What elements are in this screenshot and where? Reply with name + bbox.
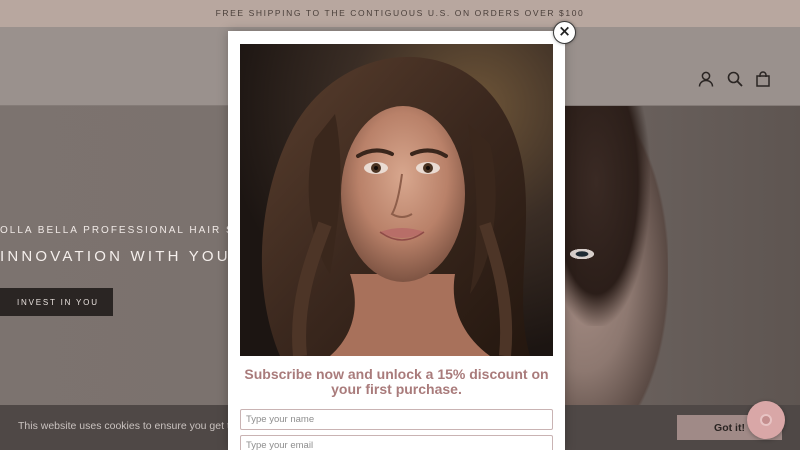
email-input[interactable] — [240, 435, 553, 450]
chat-icon — [760, 414, 772, 426]
modal-portrait-image — [240, 44, 553, 356]
cookie-text: This website uses cookies to ensure you … — [18, 420, 242, 432]
account-icon[interactable] — [698, 71, 714, 87]
modal-close-button[interactable]: × — [553, 21, 576, 44]
announcement-bar: FREE SHIPPING TO THE CONTIGUOUS U.S. ON … — [0, 0, 800, 27]
name-input[interactable] — [240, 409, 553, 430]
search-icon[interactable] — [727, 71, 743, 87]
subscribe-modal: Subscribe now and unlock a 15% discount … — [228, 31, 565, 450]
promo-text: Subscribe now and unlock a 15% discount … — [244, 366, 549, 397]
announcement-text: FREE SHIPPING TO THE CONTIGUOUS U.S. ON … — [215, 8, 585, 18]
invest-in-you-button[interactable]: INVEST IN YOU — [0, 288, 113, 316]
hero-model-eye — [568, 248, 596, 260]
hero-title: INNOVATION WITH YOU I — [0, 248, 246, 265]
hero-subtitle: OLLA BELLA PROFESSIONAL HAIR STR — [0, 225, 253, 236]
cart-icon[interactable] — [755, 71, 771, 87]
chat-widget-button[interactable] — [747, 401, 785, 439]
close-icon: × — [558, 22, 571, 40]
hero-model-hair — [560, 106, 650, 326]
